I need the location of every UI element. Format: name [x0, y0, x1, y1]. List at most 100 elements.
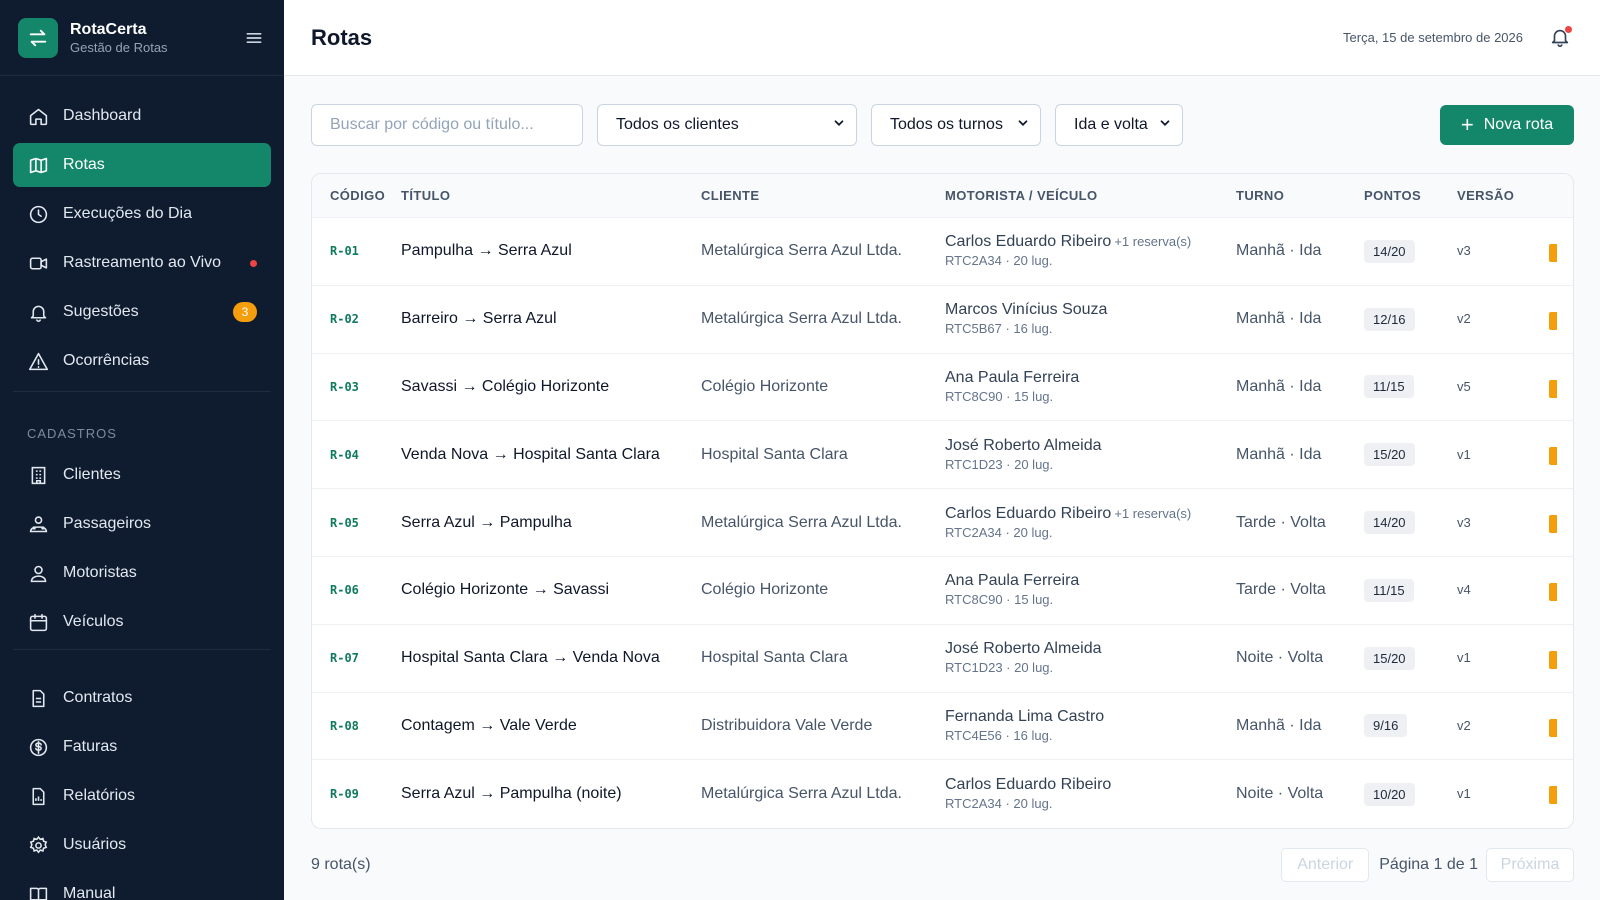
- table-row[interactable]: R-02 Barreiro → Serra Azul Metalúrgica Ser…: [312, 286, 1573, 354]
- route-client: Colégio Horizonte: [701, 377, 829, 395]
- sidebar-item-ocorrencias[interactable]: Ocorrências: [13, 339, 271, 383]
- video-icon: [27, 252, 49, 274]
- previous-page-button[interactable]: Anterior: [1281, 848, 1370, 882]
- route-title[interactable]: Venda Nova → Hospital Santa Clara: [401, 446, 660, 463]
- sidebar-item-label: Passageiros: [63, 515, 152, 532]
- route-code[interactable]: R-08: [330, 719, 359, 733]
- vehicle-info: RTC1D23 · 20 lug.: [945, 456, 1054, 472]
- sidebar-item-clientes[interactable]: Clientes: [13, 453, 271, 497]
- route-title[interactable]: Savassi → Colégio Horizonte: [401, 378, 609, 395]
- points-badge: 11/15: [1364, 578, 1414, 602]
- sidebar-item-veiculos[interactable]: Veículos: [13, 600, 271, 644]
- file-icon: [27, 687, 49, 709]
- route-code[interactable]: R-06: [330, 583, 359, 597]
- notification-dot: [1565, 25, 1572, 33]
- table-row[interactable]: R-06 Colégio Horizonte → Savassi Colégio H…: [312, 557, 1573, 625]
- table-row[interactable]: R-03 Savassi → Colégio Horizonte Colégio H…: [312, 354, 1573, 422]
- sidebar-item-contratos[interactable]: Contratos: [13, 676, 271, 720]
- route-code[interactable]: R-04: [330, 448, 359, 462]
- notification-bell-icon[interactable]: [1549, 25, 1573, 50]
- sidebar-item-faturas[interactable]: Faturas: [13, 725, 271, 769]
- route-title[interactable]: Contagem → Vale Verde: [401, 717, 577, 734]
- column-header-motorista[interactable]: MOTORISTA / VEÍCULO: [945, 188, 1236, 203]
- column-header-versao[interactable]: VERSÃO: [1457, 188, 1549, 203]
- route-title[interactable]: Barreiro → Serra Azul: [401, 310, 557, 327]
- table-row[interactable]: R-09 Serra Azul → Pampulha (noite) Metalúr…: [312, 760, 1573, 828]
- column-header-turno[interactable]: TURNO: [1236, 188, 1364, 203]
- table-row[interactable]: R-08 Contagem → Vale Verde Distribuidora V…: [312, 693, 1573, 761]
- table-row[interactable]: R-01 Pampulha → Serra Azul Metalúrgica Ser…: [312, 218, 1573, 286]
- client-filter-select[interactable]: Todos os clientes: [597, 104, 857, 146]
- route-code[interactable]: R-09: [330, 787, 359, 801]
- route-code[interactable]: R-05: [330, 516, 359, 530]
- main-nav: Dashboard Rotas Execuções do Dia Rastrea…: [0, 76, 284, 900]
- table-row[interactable]: R-05 Serra Azul → Pampulha Metalúrgica Ser…: [312, 489, 1573, 557]
- search-input[interactable]: [311, 104, 583, 146]
- new-route-button[interactable]: + Nova rota: [1440, 105, 1574, 145]
- route-code[interactable]: R-02: [330, 312, 359, 326]
- direction-filter-select[interactable]: Ida e volta: [1055, 104, 1183, 146]
- status-badge[interactable]: [1549, 447, 1557, 466]
- sidebar-item-execucoes[interactable]: Execuções do Dia: [13, 192, 271, 236]
- status-badge[interactable]: [1549, 718, 1557, 737]
- driver-vehicle-cell: Carlos Eduardo Ribeiro RTC2A34 · 20 lug.: [945, 775, 1236, 813]
- brand: RotaCerta Gestão de Rotas: [0, 0, 284, 76]
- column-header-cliente[interactable]: CLIENTE: [701, 188, 945, 203]
- route-code[interactable]: R-03: [330, 380, 359, 394]
- map-icon: [27, 154, 49, 176]
- shift-filter-select[interactable]: Todos os turnos: [871, 104, 1041, 146]
- sidebar-item-motoristas[interactable]: Motoristas: [13, 551, 271, 595]
- route-code[interactable]: R-01: [330, 244, 359, 258]
- sidebar-item-sugestoes[interactable]: Sugestões 3: [13, 290, 271, 334]
- column-header-titulo[interactable]: TÍTULO: [401, 188, 701, 203]
- route-code[interactable]: R-07: [330, 651, 359, 665]
- sidebar-item-label: Rastreamento ao Vivo: [63, 254, 222, 271]
- sidebar-item-rastreamento[interactable]: Rastreamento ao Vivo: [13, 241, 271, 285]
- sidebar-item-usuarios[interactable]: Usuários: [13, 823, 271, 867]
- status-badge[interactable]: [1549, 311, 1557, 330]
- sidebar-item-manual[interactable]: Manual: [13, 872, 271, 900]
- route-shift: Manhã · Ida: [1236, 445, 1322, 463]
- route-title[interactable]: Hospital Santa Clara → Venda Nova: [401, 649, 660, 666]
- points-badge: 14/20: [1364, 239, 1415, 263]
- route-title[interactable]: Serra Azul → Pampulha: [401, 514, 572, 531]
- swap-arrows-icon[interactable]: [18, 17, 58, 58]
- sidebar-item-passageiros[interactable]: Passageiros: [13, 502, 271, 546]
- route-version: v1: [1457, 786, 1471, 802]
- status-badge[interactable]: [1549, 650, 1557, 669]
- route-client: Distribuidora Vale Verde: [701, 716, 873, 734]
- sidebar-item-rotas[interactable]: Rotas: [13, 143, 271, 187]
- route-client: Hospital Santa Clara: [701, 445, 848, 463]
- building-icon: [27, 464, 49, 486]
- points-badge: 12/16: [1364, 307, 1415, 331]
- sidebar-item-relatorios[interactable]: Relatórios: [13, 774, 271, 818]
- vehicle-info: RTC8C90 · 15 lug.: [945, 388, 1054, 404]
- column-header-codigo[interactable]: CÓDIGO: [312, 188, 401, 203]
- driver-name: José Roberto Almeida: [945, 436, 1102, 454]
- table-row[interactable]: R-04 Venda Nova → Hospital Santa Clara Hos…: [312, 421, 1573, 490]
- status-badge[interactable]: [1549, 582, 1557, 601]
- sidebar-item-dashboard[interactable]: Dashboard: [13, 94, 271, 138]
- route-title[interactable]: Pampulha → Serra Azul: [401, 242, 572, 259]
- status-badge[interactable]: [1549, 786, 1557, 805]
- status-badge[interactable]: [1549, 379, 1557, 398]
- sidebar-item-label: Motoristas: [63, 564, 137, 581]
- sidebar-item-label: Sugestões: [63, 303, 139, 320]
- points-badge: 9/16: [1364, 714, 1408, 738]
- brand-name: RotaCerta: [70, 20, 147, 38]
- vehicle-info: RTC2A34 · 20 lug.: [945, 796, 1053, 812]
- sidebar-item-label: Faturas: [63, 738, 118, 755]
- status-badge[interactable]: [1549, 515, 1557, 534]
- status-badge[interactable]: [1549, 244, 1557, 262]
- column-header-pontos[interactable]: PONTOS: [1364, 188, 1457, 203]
- route-shift: Manhã · Ida: [1236, 310, 1322, 328]
- table-row[interactable]: R-07 Hospital Santa Clara → Venda Nova Hos…: [312, 625, 1573, 693]
- route-title[interactable]: Colégio Horizonte → Savassi: [401, 581, 609, 598]
- live-indicator: [250, 259, 257, 267]
- hamburger-menu-icon[interactable]: [242, 26, 266, 50]
- clock-icon: [27, 203, 49, 225]
- driver-vehicle-cell: Carlos Eduardo Ribeiro +1 reserva(s) RTC2A…: [945, 232, 1236, 270]
- nav-section-cadastros: CADASTROS: [27, 426, 117, 441]
- next-page-button[interactable]: Próxima: [1486, 848, 1574, 882]
- route-title[interactable]: Serra Azul → Pampulha (noite): [401, 785, 622, 802]
